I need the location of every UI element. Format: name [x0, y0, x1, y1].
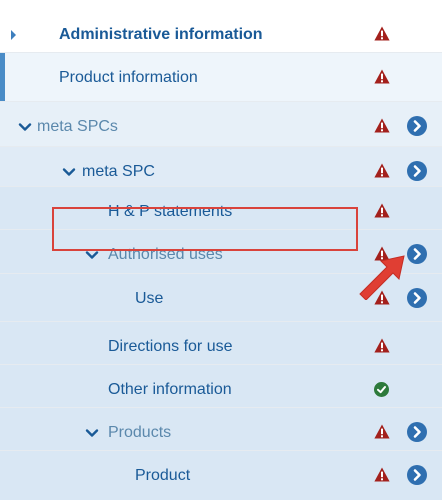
check-circle-icon	[374, 382, 389, 397]
warning-triangle-icon	[374, 69, 390, 84]
chevron-down-icon[interactable]	[18, 120, 32, 134]
chevron-down-icon[interactable]	[85, 248, 99, 262]
tree-item-label: Product	[135, 467, 191, 484]
tree-item-label: meta SPCs	[37, 118, 118, 135]
chevron-right-circle-icon[interactable]	[407, 161, 427, 181]
chevron-right-circle-icon[interactable]	[407, 465, 427, 485]
warning-triangle-icon	[374, 338, 390, 353]
pointer-arrow-icon	[359, 255, 405, 300]
tree-item-label: Product information	[59, 69, 198, 86]
caret-right-icon[interactable]	[11, 30, 16, 40]
warning-triangle-icon	[374, 467, 390, 482]
tree-item-label: Use	[135, 290, 164, 307]
tree-item-product-information[interactable]: Product information	[0, 52, 442, 103]
tree-item-meta-spcs[interactable]: meta SPCs	[0, 101, 442, 151]
chevron-right-circle-icon[interactable]	[407, 116, 427, 136]
warning-triangle-icon	[374, 163, 390, 178]
selected-indicator	[0, 53, 5, 103]
tree-item-product[interactable]: Product	[0, 450, 442, 500]
chevron-right-circle-icon[interactable]	[407, 422, 427, 442]
chevron-down-icon[interactable]	[85, 426, 99, 440]
warning-triangle-icon	[374, 203, 390, 218]
chevron-down-icon[interactable]	[62, 165, 76, 179]
warning-triangle-icon	[374, 424, 390, 439]
warning-triangle-icon	[374, 118, 390, 133]
warning-triangle-icon	[374, 26, 390, 41]
